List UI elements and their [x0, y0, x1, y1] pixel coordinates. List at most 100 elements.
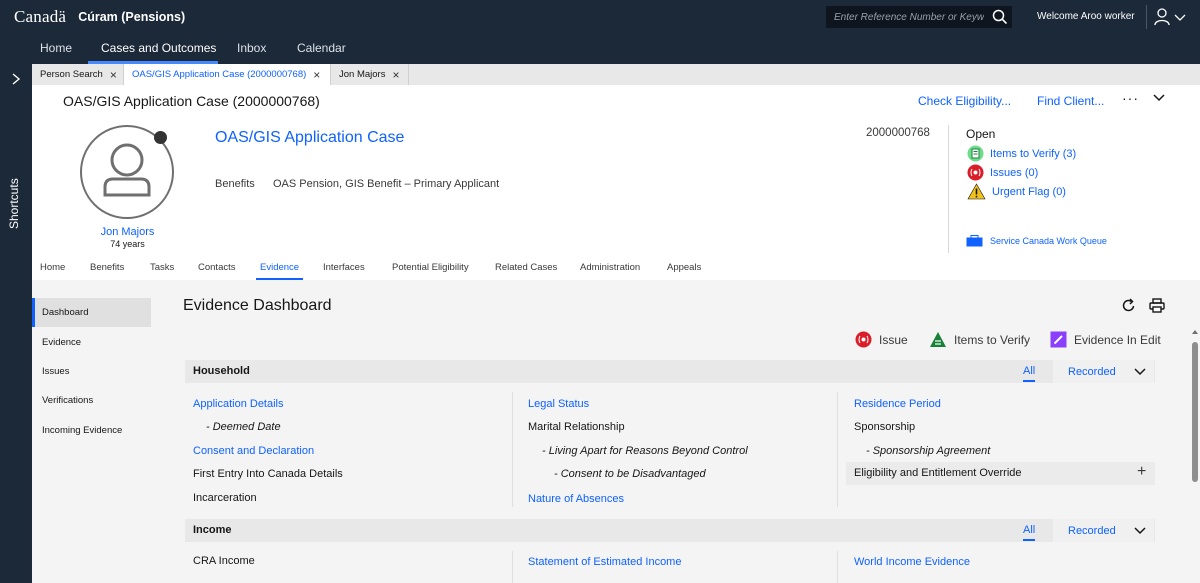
evidence-deemed-date: - Deemed Date [206, 421, 281, 433]
evidence-consent-declaration[interactable]: Consent and Declaration [193, 445, 314, 457]
person-name-link[interactable]: Jon Majors [100, 226, 155, 238]
evidence-residence-period[interactable]: Residence Period [854, 398, 941, 410]
evidence-sponsorship: Sponsorship [854, 421, 916, 433]
household-section-header: Household All Recorded [185, 360, 1155, 383]
nav-calendar[interactable]: Calendar [297, 41, 346, 55]
work-queue-link[interactable]: Service Canada Work Queue [990, 236, 1107, 246]
add-icon[interactable]: + [1137, 463, 1146, 481]
column-divider [837, 551, 838, 583]
search-box [826, 6, 1012, 28]
benefits-label: Benefits [215, 178, 255, 190]
column-divider [512, 551, 513, 583]
left-nav-evidence[interactable]: Evidence [42, 337, 81, 348]
case-number: 2000000768 [866, 127, 930, 139]
canada-wordmark: Canadä [14, 7, 67, 26]
print-icon[interactable] [1149, 298, 1165, 313]
evidence-first-entry: First Entry Into Canada Details [193, 468, 343, 480]
check-eligibility-link[interactable]: Check Eligibility... [918, 94, 1011, 108]
filter-all-tab[interactable]: All [1023, 365, 1036, 382]
close-icon[interactable]: × [392, 68, 399, 82]
urgent-flag-link[interactable]: Urgent Flag (0) [992, 186, 1066, 198]
issue-icon [967, 164, 984, 181]
case-tab-administration[interactable]: Administration [580, 262, 640, 273]
case-tab-related-cases[interactable]: Related Cases [495, 262, 557, 273]
evidence-world-income[interactable]: World Income Evidence [854, 556, 970, 568]
items-to-verify-link[interactable]: Items to Verify (3) [990, 148, 1076, 160]
shortcuts-label: Shortcuts [7, 178, 21, 229]
tab-label: OAS/GIS Application Case (2000000768) [132, 69, 307, 80]
case-tab-evidence[interactable]: Evidence [260, 262, 299, 273]
nav-cases-and-outcomes[interactable]: Cases and Outcomes [101, 41, 216, 55]
evidence-dashboard: Evidence Dashboard Issue Items to Verify… [169, 280, 1200, 583]
case-tab-interfaces[interactable]: Interfaces [323, 262, 365, 273]
tab-label: Person Search [40, 69, 103, 80]
edit-avatar-icon[interactable] [154, 131, 167, 144]
left-nav-verifications[interactable]: Verifications [42, 395, 93, 406]
work-queue-row: Service Canada Work Queue [966, 235, 1107, 247]
left-nav-incoming-evidence[interactable]: Incoming Evidence [42, 425, 122, 436]
legend-evidence-in-edit: Evidence In Edit [1050, 331, 1161, 348]
pencil-icon [1050, 331, 1067, 348]
case-tab-benefits[interactable]: Benefits [90, 262, 124, 273]
case-name: OAS/GIS Application Case [215, 129, 405, 146]
evidence-nature-of-absences[interactable]: Nature of Absences [528, 493, 624, 505]
search-input[interactable] [826, 11, 984, 23]
legend-items-to-verify-label: Items to Verify [954, 332, 1031, 347]
legend-evidence-in-edit-label: Evidence In Edit [1074, 332, 1161, 347]
overflow-menu-icon[interactable]: ··· [1122, 90, 1139, 106]
verify-list-icon [967, 145, 984, 162]
evidence-override-row[interactable]: Eligibility and Entitlement Override + [846, 462, 1155, 485]
case-tab-tasks[interactable]: Tasks [150, 262, 174, 273]
chevron-right-icon[interactable] [10, 73, 22, 85]
person-age: 74 years [110, 239, 145, 249]
scrollbar-thumb[interactable] [1192, 342, 1198, 482]
warning-icon [967, 183, 986, 200]
legend-issue: Issue [855, 331, 908, 348]
nav-home[interactable]: Home [40, 41, 72, 55]
column-divider [512, 392, 513, 507]
tab-person-search[interactable]: Person Search × [32, 64, 124, 85]
case-tab-home[interactable]: Home [40, 262, 65, 273]
case-tab-appeals[interactable]: Appeals [667, 262, 701, 273]
chevron-down-icon[interactable] [1153, 93, 1165, 103]
case-status: Open [966, 127, 996, 141]
search-icon[interactable] [992, 9, 1008, 25]
scrollbar[interactable] [1191, 328, 1199, 583]
filter-all-tab[interactable]: All [1023, 524, 1036, 541]
issues-row: Issues (0) [967, 164, 1038, 181]
chevron-down-icon [1134, 527, 1146, 535]
case-tab-contacts[interactable]: Contacts [198, 262, 236, 273]
user-icon [1154, 8, 1170, 26]
header-separator [948, 125, 949, 253]
tab-application-case[interactable]: OAS/GIS Application Case (2000000768) × [124, 64, 331, 85]
app-title: Cúram (Pensions) [78, 10, 186, 24]
legend-items-to-verify: Items to Verify [929, 331, 1030, 348]
dashboard-title: Evidence Dashboard [183, 297, 332, 314]
evidence-cra-income: CRA Income [193, 555, 255, 567]
scroll-up-icon[interactable] [1191, 328, 1199, 336]
evidence-legal-status[interactable]: Legal Status [528, 398, 589, 410]
left-nav-dashboard[interactable]: Dashboard [32, 298, 151, 327]
refresh-icon[interactable] [1121, 298, 1136, 313]
left-nav-issues[interactable]: Issues [42, 366, 69, 377]
shortcuts-panel[interactable]: Shortcuts [0, 64, 32, 583]
nav-inbox[interactable]: Inbox [237, 41, 266, 55]
user-menu[interactable] [1154, 8, 1186, 26]
tab-jon-majors[interactable]: Jon Majors × [331, 64, 409, 85]
close-icon[interactable]: × [110, 68, 117, 82]
legend-issue-label: Issue [879, 332, 908, 347]
evidence-estimated-income[interactable]: Statement of Estimated Income [528, 556, 681, 568]
find-client-link[interactable]: Find Client... [1037, 94, 1104, 108]
recorded-dropdown[interactable]: Recorded [1053, 360, 1154, 383]
issue-icon [855, 331, 872, 348]
welcome-text: Welcome Aroo worker [1037, 11, 1135, 22]
household-title: Household [193, 365, 250, 377]
evidence-application-details[interactable]: Application Details [193, 398, 284, 410]
case-tab-potential-eligibility[interactable]: Potential Eligibility [392, 262, 469, 273]
issues-link[interactable]: Issues (0) [990, 167, 1038, 179]
recorded-dropdown[interactable]: Recorded [1053, 519, 1154, 542]
income-title: Income [193, 524, 232, 536]
close-icon[interactable]: × [313, 68, 320, 82]
evidence-incarceration: Incarceration [193, 492, 257, 504]
main-nav: Home Cases and Outcomes Inbox Calendar [0, 34, 1200, 64]
